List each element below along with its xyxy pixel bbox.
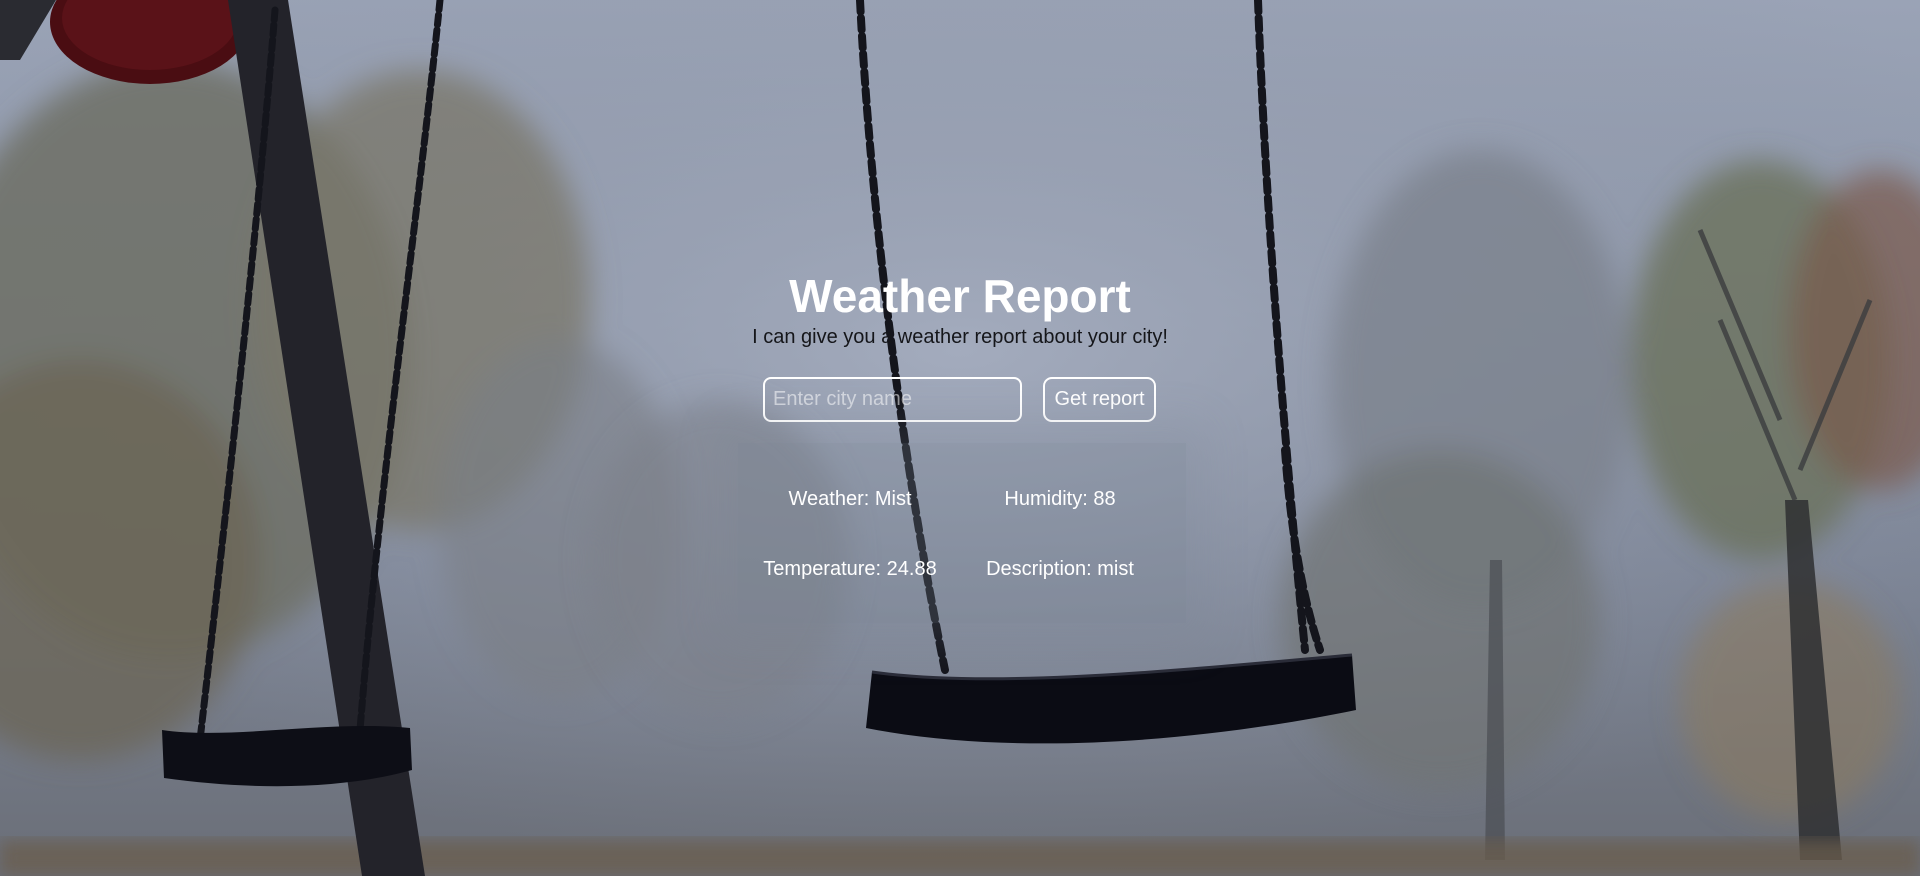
weather-app: Weather Report I can give you a weather …	[0, 0, 1920, 876]
description-result: Description: mist	[986, 558, 1134, 580]
weather-result: Weather: Mist	[788, 488, 912, 510]
page-title: Weather Report	[789, 270, 1131, 322]
results-panel: Weather: Mist Humidity: 88 Temperature: …	[738, 443, 1186, 623]
temperature-result: Temperature: 24.88	[763, 558, 937, 580]
page-subtitle: I can give you a weather report about yo…	[752, 326, 1168, 348]
city-name-input[interactable]	[763, 377, 1022, 422]
get-report-button[interactable]: Get report	[1043, 377, 1156, 422]
humidity-result: Humidity: 88	[1004, 488, 1116, 510]
page: Weather Report I can give you a weather …	[0, 0, 1920, 876]
